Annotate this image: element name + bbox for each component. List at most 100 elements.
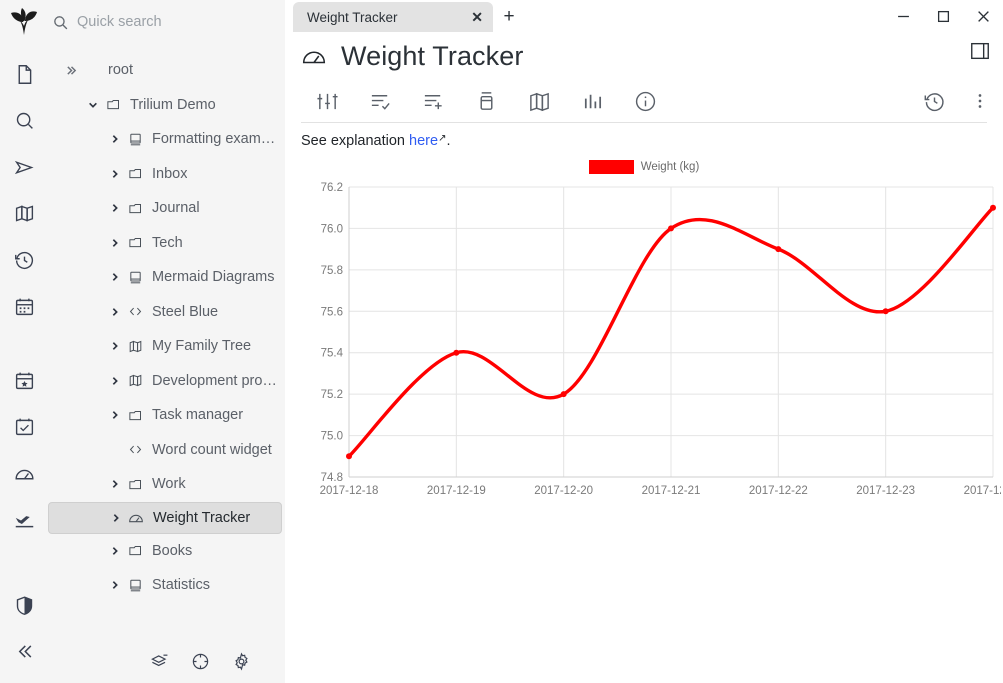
chevron-right-icon[interactable] [106,272,124,282]
rail-shield-icon[interactable] [0,582,48,629]
gauge-icon [301,43,327,69]
data-point[interactable]: 2017-12-21: 76 [668,225,674,231]
note-info-icon[interactable] [619,80,672,122]
tab-weight-tracker[interactable]: Weight Tracker ✕ [293,2,493,32]
chevron-right-icon[interactable] [106,307,124,317]
search-input[interactable] [77,14,257,30]
tree-item-inbox[interactable]: Inbox [48,157,282,192]
page-title: Weight Tracker [341,41,523,72]
tree-item-word-count-widget[interactable]: Word count widget [48,433,282,468]
tree-item-formatting-examples[interactable]: Formatting examples [48,122,282,157]
rail-plane-icon[interactable] [0,497,48,544]
chevron-right-icon[interactable] [62,65,80,76]
note-info-chart-icon[interactable] [566,80,619,122]
tree-item-task-manager[interactable]: Task manager [48,398,282,433]
code-icon [124,442,146,457]
data-point[interactable]: 2017-12-23: 75.6 [883,308,889,314]
note-header: Weight Tracker [285,32,1003,80]
chevron-right-icon[interactable] [106,169,124,179]
rail-calendar-icon[interactable] [0,284,48,331]
legend-swatch-weight [589,160,634,174]
layers-icon[interactable] [150,652,169,671]
tree-item-development-process[interactable]: Development process [48,364,282,399]
tree-item-my-family-tree[interactable]: My Family Tree [48,329,282,364]
tree-item-steel-blue[interactable]: Steel Blue [48,295,282,330]
chevron-right-icon[interactable] [106,134,124,144]
tree-item-trilium-demo[interactable]: Trilium Demo [48,88,282,123]
window-maximize-button[interactable] [923,0,963,32]
rail-task-check-icon[interactable] [0,404,48,451]
tree-item-label: Steel Blue [146,304,218,320]
chevron-right-icon[interactable] [106,580,124,590]
tree-item-books[interactable]: Books [48,534,282,569]
rail-send-icon[interactable] [0,144,48,191]
note-properties-icon[interactable] [301,80,354,122]
x-tick-label: 2017-12-24 [964,485,1001,497]
chevron-right-icon[interactable] [106,341,124,351]
right-panel-toggle-icon[interactable] [969,40,991,67]
gauge-icon [125,510,147,526]
crosshair-icon[interactable] [191,652,210,671]
chart-canvas[interactable]: 74.875.075.275.475.675.876.076.22017-12-… [301,177,1001,507]
chevron-right-icon[interactable] [106,546,124,556]
rail-search-icon[interactable] [0,98,48,145]
tree-item-label: Development process [146,373,282,389]
window-close-button[interactable] [963,0,1003,32]
window-minimize-button[interactable] [883,0,923,32]
data-point[interactable]: 2017-12-24: 76.1 [990,205,996,211]
inherited-attributes-icon[interactable] [407,80,460,122]
rail-book-map-icon[interactable] [0,191,48,238]
explanation-link[interactable]: here [409,133,438,149]
folder-icon [124,477,146,492]
tree-item-journal[interactable]: Journal [48,191,282,226]
book-properties-icon[interactable] [513,80,566,122]
more-menu-icon[interactable] [965,80,995,122]
rail-note-icon[interactable] [0,51,48,98]
rail-history-icon[interactable] [0,237,48,284]
note-paths-icon[interactable] [460,80,513,122]
tree-item-statistics[interactable]: Statistics [48,568,282,603]
tree-item-label: Journal [146,200,200,216]
rail-gauge-icon[interactable] [0,450,48,497]
tree-item-label: Inbox [146,166,187,182]
tree-item-label: Mermaid Diagrams [146,269,274,285]
book-icon [124,270,146,285]
tree-item-mermaid-diagrams[interactable]: Mermaid Diagrams [48,260,282,295]
rail-calendar-star-icon[interactable] [0,357,48,404]
tree-item-root[interactable]: root [48,53,282,88]
tree-item-label: root [102,62,133,78]
tab-title: Weight Tracker [307,10,437,25]
folder-icon [124,408,146,423]
ribbon-right-actions [908,80,995,122]
tree-item-label: My Family Tree [146,338,251,354]
chevron-right-icon[interactable] [106,376,124,386]
left-icon-rail [0,0,48,683]
tree-item-weight-tracker[interactable]: Weight Tracker [48,502,282,534]
tree-item-label: Word count widget [146,442,272,458]
chevron-right-icon[interactable] [106,410,124,420]
chevron-right-icon[interactable] [106,203,124,213]
tab-close-icon[interactable]: ✕ [471,9,483,26]
chevron-down-icon[interactable] [84,100,102,110]
quick-search-bar [48,0,285,44]
chevron-right-icon[interactable] [107,513,125,523]
folder-icon [124,235,146,250]
data-point[interactable]: 2017-12-19: 75.4 [453,350,459,356]
gear-icon[interactable] [232,652,251,671]
tree-item-work[interactable]: Work [48,467,282,502]
tree-item-tech[interactable]: Tech [48,226,282,261]
data-point[interactable]: 2017-12-20: 75.2 [561,391,567,397]
chevron-right-icon[interactable] [106,238,124,248]
owned-attributes-icon[interactable] [354,80,407,122]
new-tab-button[interactable]: + [495,2,523,32]
main-content-area: Weight Tracker ✕ + Weight Tr [285,0,1003,683]
x-tick-label: 2017-12-23 [856,485,915,497]
x-tick-label: 2017-12-19 [427,485,486,497]
y-tick-label: 75.2 [321,389,343,401]
y-tick-label: 75.4 [321,348,344,360]
chevron-right-icon[interactable] [106,479,124,489]
revisions-icon[interactable] [908,80,961,122]
rail-collapse-icon[interactable] [0,629,48,676]
data-point[interactable]: 2017-12-22: 75.9 [775,246,781,252]
data-point[interactable]: 2017-12-18: 74.9 [346,453,352,459]
